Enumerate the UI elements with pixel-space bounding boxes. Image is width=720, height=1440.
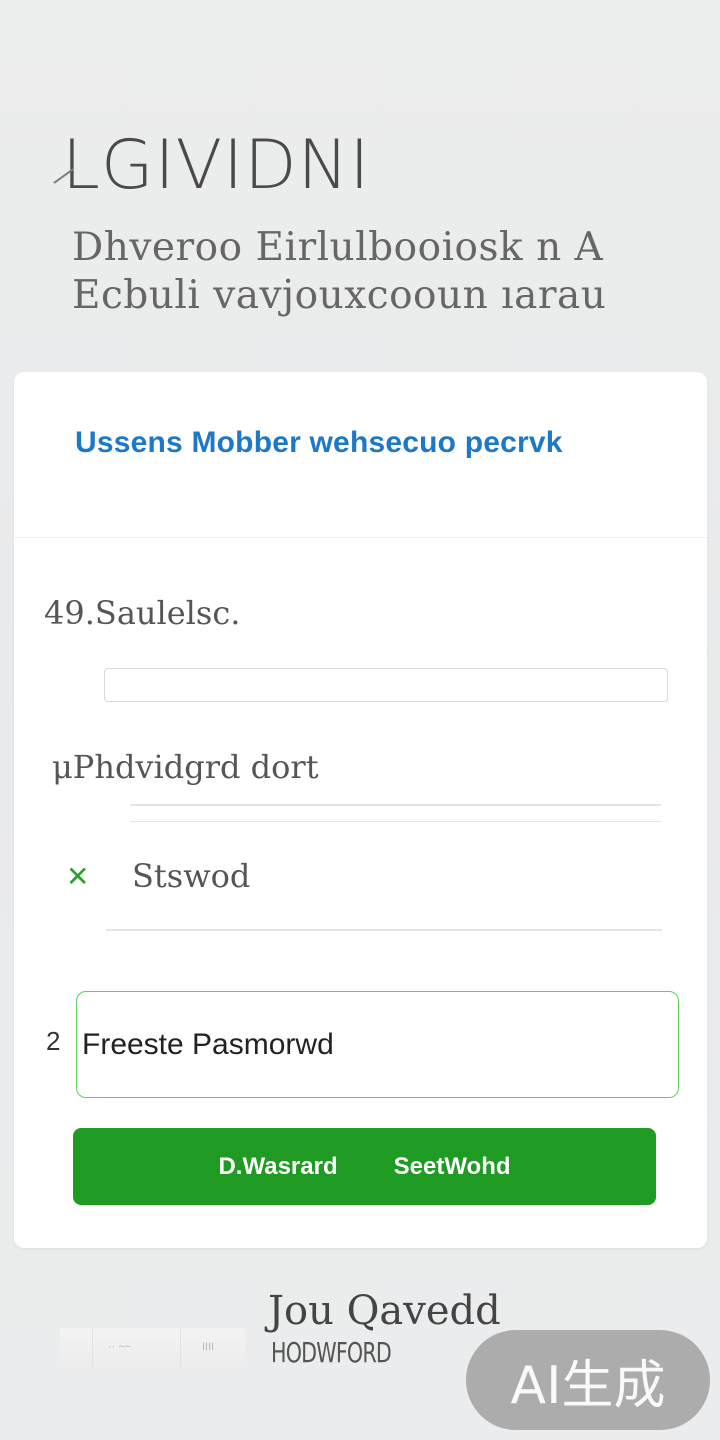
widget-divider	[92, 1328, 93, 1368]
divider-line	[130, 821, 661, 822]
widget-divider	[180, 1328, 181, 1368]
card-header: Ussens Mobber wehsecuo pecrvk	[14, 372, 707, 538]
page-subtitle: Dhveroo Eirlulbooiosk n A Ecbuli vavjoux…	[72, 224, 606, 320]
submit-button-label-left: D.Wasrard	[218, 1152, 338, 1180]
password-input[interactable]	[76, 991, 679, 1098]
ai-generated-watermark: AI生成	[466, 1330, 710, 1430]
field-label-2: μPhdvidgrd dort	[52, 748, 319, 786]
card-heading: Ussens Mobber wehsecuo pecrvk	[75, 426, 563, 459]
widget-text: IIII	[202, 1341, 215, 1353]
step-number: 2	[46, 1026, 61, 1056]
username-input[interactable]	[104, 668, 668, 702]
divider-line	[130, 804, 661, 806]
footer-widget[interactable]: ·· ~~ IIII	[60, 1328, 245, 1368]
submit-button[interactable]: D.Wasrard SeetWohd	[73, 1128, 656, 1205]
form-card: Ussens Mobber wehsecuo pecrvk 49.Saulels…	[14, 372, 707, 1248]
close-icon[interactable]: ✕	[66, 860, 89, 893]
subtitle-line-1: Dhveroo Eirlulbooiosk n A	[72, 225, 604, 270]
option-label: Stswod	[132, 857, 251, 895]
widget-text: ·· ~~	[108, 1341, 132, 1353]
page-title: LGIVIDNI	[62, 126, 371, 205]
footer-link-password[interactable]: HODWFORD	[271, 1336, 392, 1369]
field-label-1: 49.Saulelsc.	[44, 594, 241, 632]
subtitle-line-2: Ecbuli vavjouxcooun ıarau	[72, 273, 607, 318]
divider-line	[106, 929, 662, 931]
submit-button-label-right: SeetWohd	[393, 1152, 511, 1180]
footer-link-forgot[interactable]: Jou Qavedd	[268, 1288, 501, 1334]
